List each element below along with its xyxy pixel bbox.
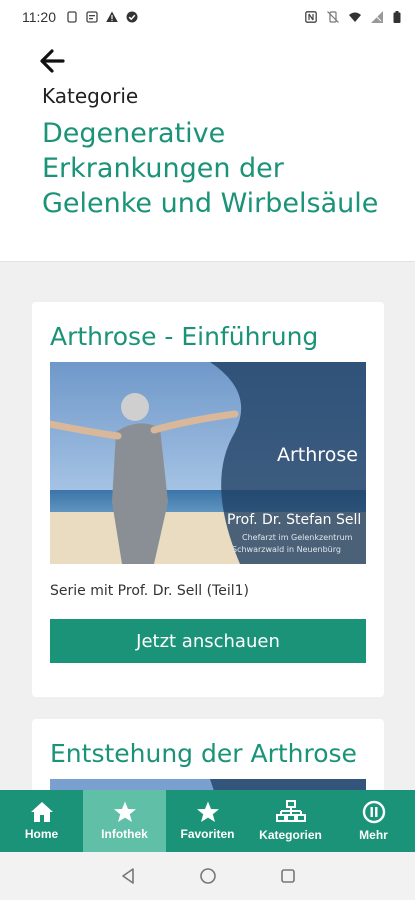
nav-favoriten-label: Favoriten	[180, 827, 235, 841]
thumbnail-overlay-name: Prof. Dr. Stefan Sell	[227, 512, 361, 528]
card-subtitle: Serie mit Prof. Dr. Sell (Teil1)	[50, 583, 249, 599]
system-navigation-bar	[0, 852, 415, 900]
nav-kategorien[interactable]: Kategorien	[249, 790, 332, 852]
content-list[interactable]: Arthrose - Einführung Arthrose Prof. Dr.…	[0, 262, 415, 790]
signal-icon	[371, 11, 383, 23]
lock-screen-icon	[67, 11, 77, 23]
video-thumbnail[interactable]	[50, 779, 366, 790]
thumbnail-overlay-title: Arthrose	[277, 444, 358, 466]
nav-mehr[interactable]: Mehr	[332, 790, 415, 852]
calendar-icon	[86, 11, 98, 23]
nfc-icon	[305, 11, 317, 23]
wifi-icon	[349, 12, 361, 22]
card-title: Entstehung der Arthrose	[50, 739, 357, 768]
nav-home-label: Home	[24, 827, 59, 841]
arrow-left-icon[interactable]	[38, 48, 68, 74]
card-title: Arthrose - Einführung	[50, 322, 319, 351]
nav-favoriten[interactable]: Favoriten	[166, 790, 249, 852]
watch-now-button[interactable]: Jetzt anschauen	[50, 619, 366, 663]
nav-infothek[interactable]: Infothek	[83, 790, 166, 852]
warning-icon	[106, 11, 118, 22]
category-header: Kategorie Degenerative Erkrankungen der …	[0, 34, 415, 262]
video-card[interactable]: Arthrose - Einführung Arthrose Prof. Dr.…	[32, 302, 384, 697]
thumbnail-overlay-line1: Chefarzt im Gelenkzentrum	[242, 533, 353, 542]
video-thumbnail[interactable]: Arthrose Prof. Dr. Stefan Sell Chefarzt …	[50, 362, 366, 564]
status-bar: 11:20	[0, 0, 415, 34]
nav-infothek-label: Infothek	[101, 827, 148, 841]
nav-home[interactable]: Home	[0, 790, 83, 852]
status-time: 11:20	[22, 9, 56, 25]
nav-kategorien-label: Kategorien	[259, 828, 322, 842]
home-icon	[30, 802, 53, 822]
pause-circle-icon	[362, 800, 385, 824]
battery-icon	[393, 11, 401, 23]
thumbnail-overlay-line2: Schwarzwald in Neuenbürg	[232, 545, 341, 554]
recents-square-icon[interactable]	[279, 867, 297, 885]
sitemap-icon	[275, 800, 306, 822]
check-circle-icon	[126, 11, 138, 23]
bottom-navigation: Home Infothek Favoriten Kategorien Mehr	[0, 790, 415, 852]
nav-mehr-label: Mehr	[359, 828, 388, 842]
category-title: Degenerative Erkrankungen der Gelenke un…	[42, 118, 379, 219]
star-icon	[113, 801, 136, 822]
back-triangle-icon[interactable]	[119, 867, 137, 885]
home-circle-icon[interactable]	[199, 867, 217, 885]
video-card[interactable]: Entstehung der Arthrose	[32, 719, 384, 790]
vibrate-off-icon	[327, 11, 339, 23]
star-icon	[196, 801, 219, 822]
category-label: Kategorie	[42, 84, 139, 108]
